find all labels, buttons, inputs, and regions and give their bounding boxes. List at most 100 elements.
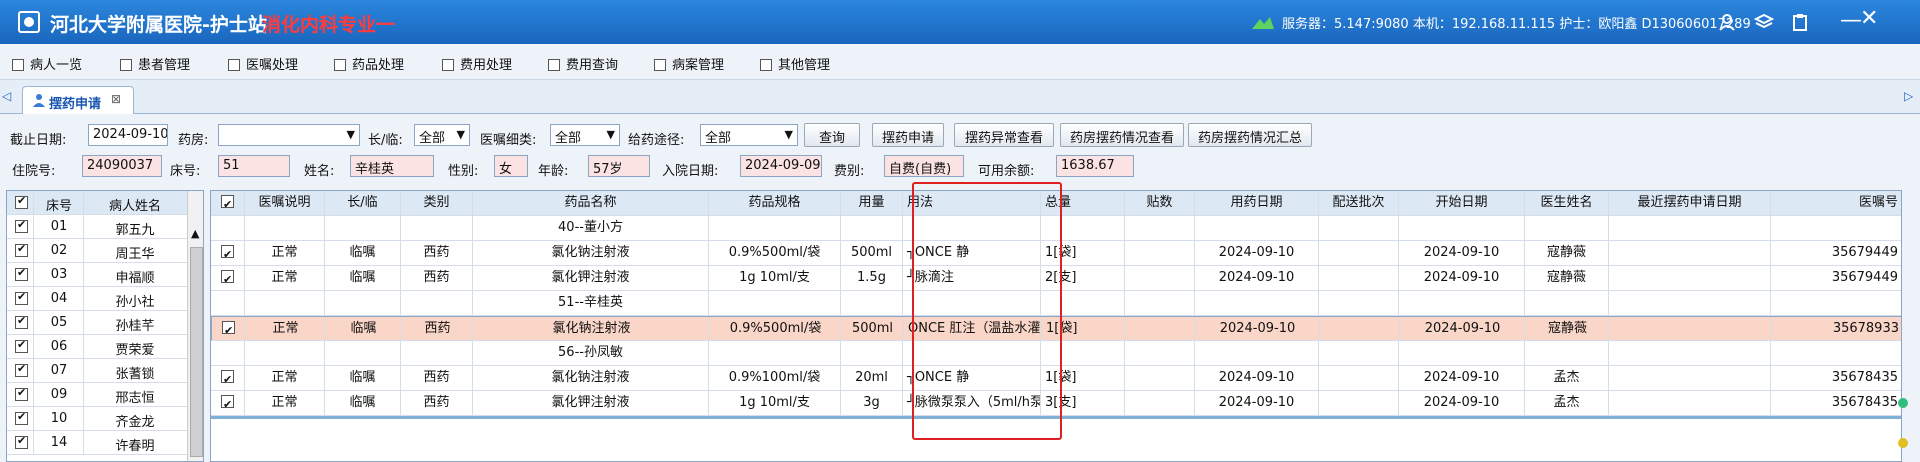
menu-case-management[interactable]: 病案管理 [654, 54, 724, 73]
bed-number: 03 [50, 267, 68, 282]
cell-start: 2024-09-10 [1400, 317, 1526, 342]
close-window-icon[interactable]: ✕ [1860, 6, 1878, 31]
patient-list-row[interactable]: 04 孙小社 [7, 287, 187, 311]
group-spacer [1319, 291, 1399, 316]
name-label: 姓名: [304, 164, 335, 179]
cell-date: 2024-09-10 [1195, 241, 1319, 266]
group-spacer [401, 341, 473, 366]
group-spacer [325, 341, 401, 366]
row-checkbox[interactable] [15, 338, 28, 357]
patient-list-row[interactable]: 09 邢志恒 [7, 383, 187, 407]
menu-patient-management[interactable]: 患者管理 [120, 54, 190, 73]
row-checkbox[interactable] [15, 434, 28, 453]
layers-icon[interactable] [1754, 12, 1774, 32]
route-label: 给药途径: [628, 133, 685, 148]
tab-scroll-right-icon[interactable]: ▷ [1904, 89, 1913, 103]
cell-empty [1320, 317, 1400, 342]
app-logo-icon [18, 11, 40, 33]
column-header: 用量 [841, 191, 903, 216]
cell-note: 正常 [245, 266, 325, 291]
name-field: 辛桂英 [350, 155, 434, 177]
cell-type: 西药 [401, 241, 473, 266]
row-checkbox[interactable] [211, 366, 245, 391]
patient-list-scrollbar[interactable]: ▲ [187, 191, 203, 461]
cell-dose: 1.5g [841, 266, 903, 291]
status-dot-icon [1898, 398, 1908, 408]
cell-spec: 0.9%500ml/袋 [709, 241, 841, 266]
cell-note: 正常 [245, 366, 325, 391]
patient-list-row[interactable]: 03 申福顺 [7, 263, 187, 287]
patient-list-header: 床号 病人姓名 [7, 191, 187, 215]
menu-doc-icon [12, 59, 24, 71]
menu-drug-processing[interactable]: 药品处理 [334, 54, 404, 73]
medication-request-button[interactable]: 摆药申请 [872, 123, 944, 147]
category-select[interactable]: 全部 ▼ [550, 124, 620, 146]
row-checkbox[interactable] [211, 241, 245, 266]
cell-type: 西药 [401, 266, 473, 291]
cell-note: 正常 [245, 241, 325, 266]
group-spacer [1525, 341, 1609, 366]
menu-fee-processing[interactable]: 费用处理 [442, 54, 512, 73]
row-checkbox[interactable] [15, 242, 28, 261]
patient-list-row[interactable]: 07 张蓍锁 [7, 359, 187, 383]
server-status-text: 服务器：5.147:9080 本机：192.168.11.115 护士：欧阳鑫 … [1282, 17, 1751, 32]
abnormal-view-button[interactable]: 摆药异常查看 [954, 123, 1054, 147]
cell-type: 西药 [402, 317, 474, 342]
date-label: 截止日期: [10, 133, 67, 148]
menu-doc-icon [548, 59, 560, 71]
scroll-up-icon[interactable]: ▲ [191, 227, 199, 240]
pharmacy-status-summary-button[interactable]: 药房摆药情况汇总 [1188, 123, 1312, 147]
minimize-icon[interactable]: — [1840, 8, 1862, 33]
chevron-down-icon: ▼ [784, 128, 793, 141]
row-checkbox[interactable] [15, 362, 28, 381]
row-checkbox[interactable] [15, 410, 28, 429]
row-checkbox[interactable] [212, 317, 246, 342]
row-checkbox[interactable] [15, 218, 28, 237]
bed-number: 05 [50, 315, 68, 330]
patient-list-row[interactable]: 06 贾荣爱 [7, 335, 187, 359]
select-all-orders-checkbox[interactable] [211, 191, 245, 216]
tab-scroll-left-icon[interactable]: ◁ [2, 89, 11, 103]
patient-list-row[interactable]: 14 许春明 [7, 431, 187, 455]
cell-spec: 0.9%100ml/袋 [709, 366, 841, 391]
menu-patient-overview[interactable]: 病人一览 [12, 54, 82, 73]
app-title: 河北大学附属医院-护士站 [50, 14, 267, 36]
menu-fee-query[interactable]: 费用查询 [548, 54, 618, 73]
row-checkbox[interactable] [15, 314, 28, 333]
query-button[interactable]: 查询 [804, 123, 860, 147]
select-all-checkbox[interactable] [15, 194, 28, 213]
pharmacy-select[interactable]: ▼ [218, 124, 360, 146]
chevron-down-icon: ▼ [346, 128, 355, 141]
status-area: 服务器：5.147:9080 本机：192.168.11.115 护士：欧阳鑫 … [1250, 13, 1751, 32]
column-header: 类别 [401, 191, 473, 216]
group-spacer [709, 216, 841, 241]
cell-type: 西药 [401, 391, 473, 416]
tab-medication-request[interactable]: 摆药申请 ⊠ [22, 86, 134, 114]
patient-list-row[interactable]: 10 齐金龙 [7, 407, 187, 431]
cell-date: 2024-09-10 [1195, 366, 1319, 391]
term-select[interactable]: 全部 ▼ [414, 124, 470, 146]
patient-list-row[interactable]: 01 郭五九 [7, 215, 187, 239]
category-label: 医嘱细类: [480, 133, 537, 148]
date-input[interactable]: 2024-09-10 [88, 124, 168, 146]
route-select[interactable]: 全部 ▼ [700, 124, 798, 146]
row-checkbox[interactable] [211, 266, 245, 291]
menu-other-management[interactable]: 其他管理 [760, 54, 830, 73]
row-checkbox[interactable] [15, 290, 28, 309]
bed-number: 10 [50, 411, 68, 426]
scroll-thumb[interactable] [190, 247, 203, 457]
patient-list-row[interactable]: 05 孙桂芊 [7, 311, 187, 335]
tab-close-icon[interactable]: ⊠ [111, 92, 121, 106]
user-icon[interactable] [1718, 12, 1738, 32]
menu-order-processing[interactable]: 医嘱处理 [228, 54, 298, 73]
row-checkbox[interactable] [211, 391, 245, 416]
row-checkbox[interactable] [15, 386, 28, 405]
group-title: 40--董小方 [473, 216, 709, 241]
clipboard-icon[interactable] [1790, 12, 1810, 32]
patient-list-row[interactable]: 02 周王华 [7, 239, 187, 263]
row-checkbox[interactable] [15, 266, 28, 285]
pharmacy-status-view-button[interactable]: 药房摆药情况查看 [1060, 123, 1184, 147]
cell-start: 2024-09-10 [1399, 391, 1525, 416]
cell-empty [1125, 366, 1195, 391]
patient-name: 申福顺 [115, 271, 155, 286]
